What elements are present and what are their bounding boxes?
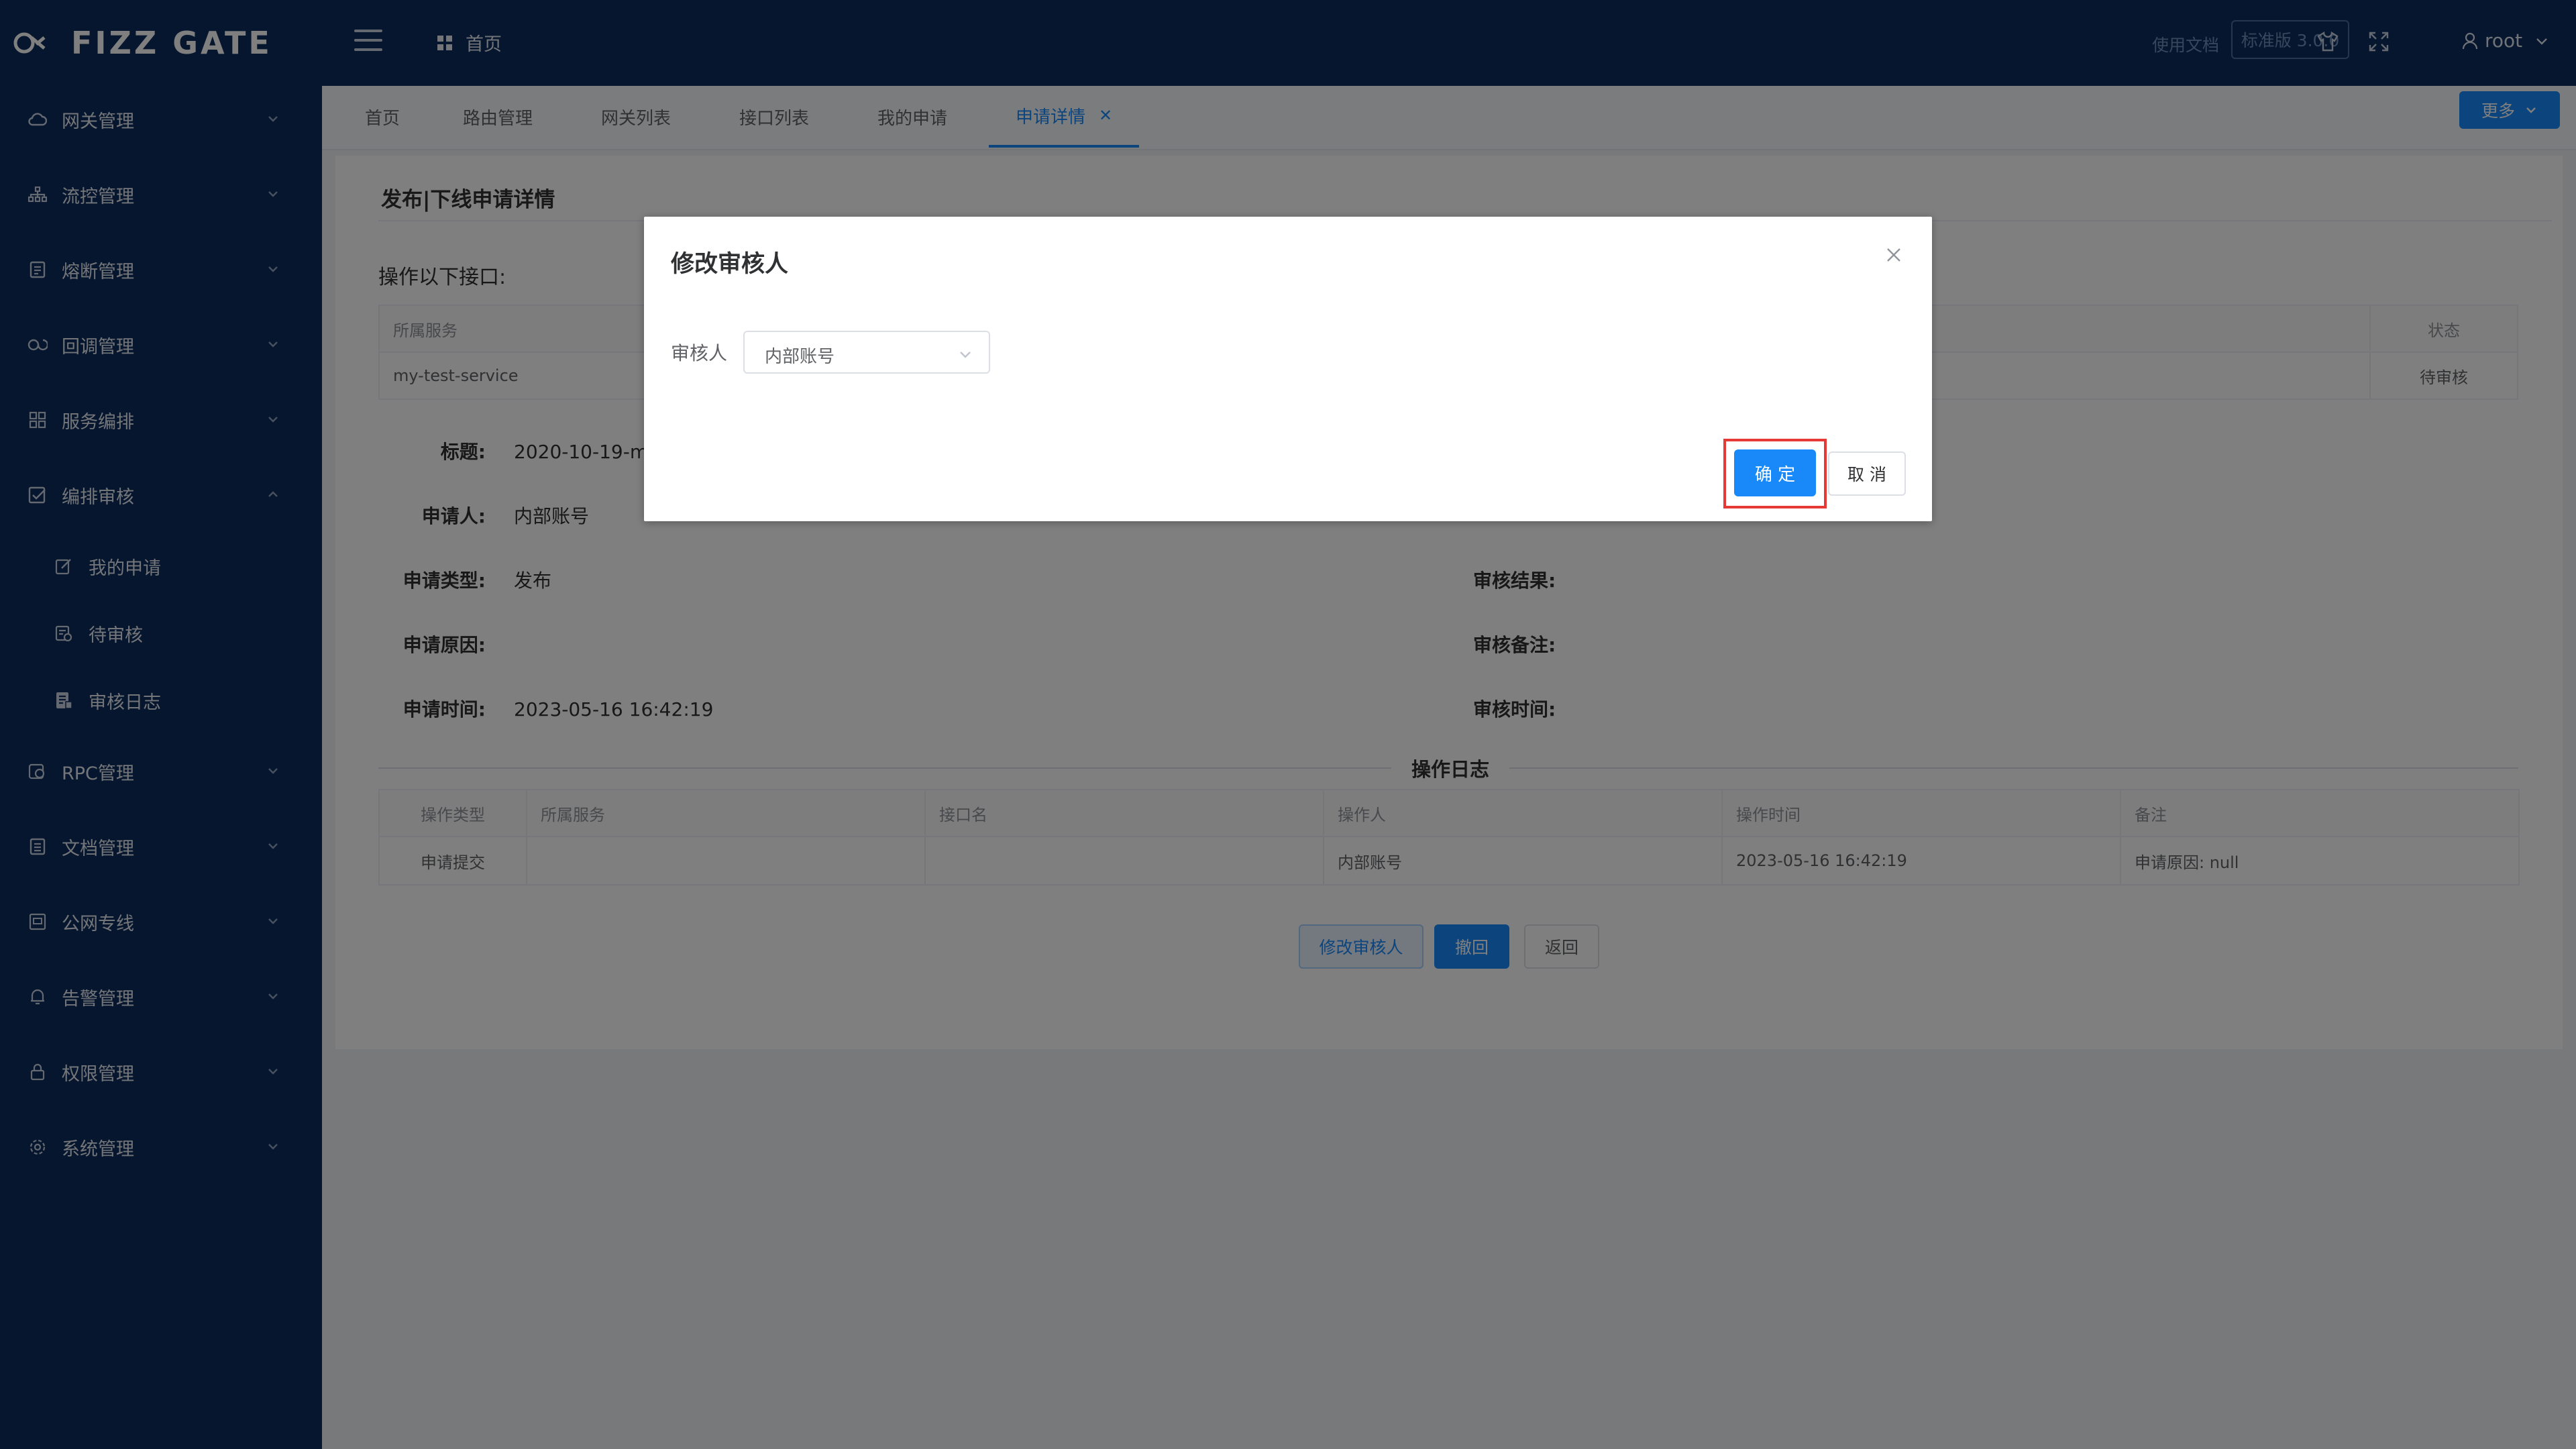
modify-reviewer-dialog: 修改审核人 审核人 内部账号 确 定 取 消 — [644, 217, 1932, 521]
reviewer-label: 审核人 — [671, 342, 728, 364]
confirm-button[interactable]: 确 定 — [1734, 449, 1816, 496]
dialog-title: 修改审核人 — [671, 251, 789, 278]
close-icon[interactable] — [1885, 246, 1902, 264]
select-value: 内部账号 — [765, 347, 835, 367]
cancel-button[interactable]: 取 消 — [1828, 451, 1906, 496]
chevron-down-icon — [960, 352, 971, 358]
reviewer-select[interactable]: 内部账号 — [743, 331, 990, 374]
